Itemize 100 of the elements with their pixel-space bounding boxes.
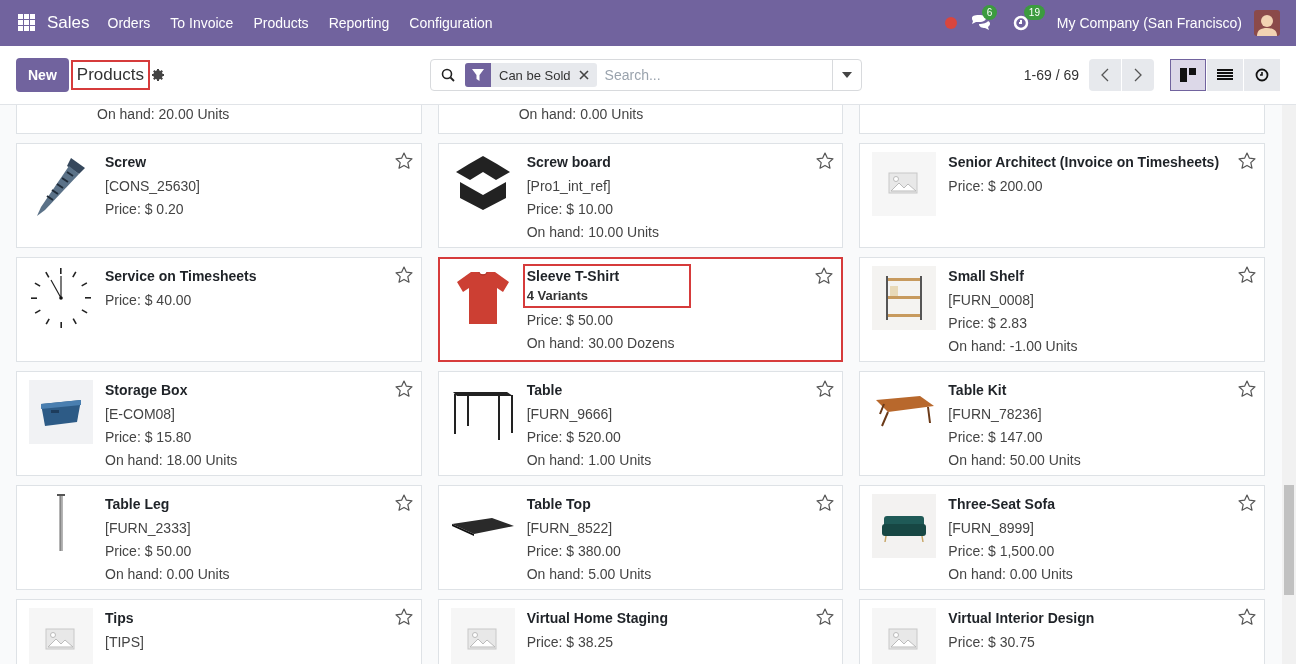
price-text: Price: $ 147.00 — [948, 428, 1044, 447]
price-text: Price: $ 40.00 — [105, 291, 193, 310]
product-card[interactable]: Screw board [Pro1_int_ref] Price: $ 10.00 On hand: 10.00 Units — [437, 143, 844, 248]
list-icon — [1217, 69, 1233, 81]
product-name: Small Shelf — [948, 267, 1024, 286]
on-hand-text: On hand: 1.00 Units — [526, 451, 652, 470]
status-dot-icon[interactable] — [944, 17, 957, 29]
on-hand-text: On hand: -1.00 Units — [948, 337, 1078, 356]
favorite-star-icon[interactable] — [394, 266, 413, 284]
product-reference: [TIPS] — [105, 633, 145, 652]
product-name: Senior Architect (Invoice on Timesheets) — [948, 153, 1220, 172]
scrollbar[interactable] — [1282, 105, 1296, 664]
user-avatar[interactable] — [1254, 10, 1280, 36]
product-name: Virtual Interior Design — [948, 609, 1095, 628]
product-card[interactable]: Table Leg [FURN_2333] Price: $ 50.00 On hand: 0.00 Units — [16, 485, 422, 590]
caret-icon — [842, 72, 852, 78]
settings-icon[interactable] — [151, 69, 164, 81]
product-card[interactable]: Virtual Home Staging Price: $ 38.25 — [437, 599, 844, 664]
favorite-star-icon[interactable] — [1238, 608, 1256, 626]
product-card[interactable]: Sleeve T-Shirt 4 Variants Price: $ 50.00 On hand: 30.00 Dozens — [437, 257, 844, 362]
count-badge: 6 — [981, 5, 998, 20]
pager-value[interactable]: 1-69 / 69 — [1023, 67, 1079, 83]
on-hand-text: On hand: 20.00 Units — [97, 105, 230, 124]
favorite-star-icon[interactable] — [394, 494, 413, 512]
menu-item[interactable]: Orders — [107, 15, 151, 31]
price-text: Price: $ 520.00 — [526, 428, 622, 447]
favorite-star-icon[interactable] — [1238, 494, 1256, 512]
on-hand-text: On hand: 0.00 Units — [518, 105, 644, 124]
product-card[interactable]: Screw [CONS_25630] Price: $ 0.20 — [16, 143, 422, 248]
favorite-star-icon[interactable] — [394, 152, 413, 170]
product-reference: [FURN_78236] — [948, 405, 1043, 424]
image-placeholder-icon — [888, 628, 921, 652]
product-card[interactable]: On hand: 20.00 Units — [16, 105, 422, 134]
menu-item[interactable]: Reporting — [328, 15, 390, 31]
product-name: Storage Box — [105, 381, 188, 400]
search-bar[interactable]: Can be Sold Search... — [430, 59, 862, 91]
favorite-star-icon[interactable] — [394, 608, 413, 626]
favorite-star-icon[interactable] — [1238, 266, 1256, 284]
company-switcher[interactable]: My Company (San Francisco) — [1056, 15, 1242, 31]
clock-icon — [1255, 68, 1269, 82]
product-card[interactable]: Three-Seat Sofa [FURN_8999] Price: $ 1,500.00 On hand: 0.00 Units — [859, 485, 1265, 590]
product-card[interactable]: Small Shelf [FURN_0008] Price: $ 2.83 On hand: -1.00 Units — [859, 257, 1265, 362]
variants-count: 4 Variants — [526, 287, 590, 305]
clock-icon[interactable] — [1012, 15, 1029, 31]
price-text: Price: $ 10.00 — [526, 200, 615, 219]
chevron-right-icon — [1134, 68, 1142, 82]
on-hand-text: On hand: 18.00 Units — [105, 451, 238, 470]
product-card[interactable]: Table Top [FURN_8522] Price: $ 380.00 On hand: 5.00 Units — [437, 485, 844, 590]
favorite-star-icon[interactable] — [1238, 380, 1256, 398]
search-icon[interactable] — [441, 68, 455, 82]
product-card[interactable]: On hand: 0.00 Units — [437, 105, 844, 134]
product-card[interactable]: Senior Architect (Invoice on Timesheets) Price: $ 200.00 — [859, 143, 1265, 248]
product-name: Sleeve T-Shirt — [526, 267, 620, 286]
product-name: Table Leg — [105, 495, 170, 514]
price-text: Price: $ 1,500.00 — [948, 542, 1056, 561]
price-text: Price: $ 200.00 — [948, 177, 1044, 196]
product-reference: [E-COM08] — [105, 405, 176, 424]
menu-item[interactable]: Products — [253, 15, 309, 31]
product-name: Screw — [105, 153, 147, 172]
scrollbar-thumb[interactable] — [1284, 485, 1294, 595]
price-text: Price: $ 30.75 — [948, 633, 1036, 652]
product-reference: [FURN_9666] — [526, 405, 614, 424]
close-icon[interactable] — [578, 70, 589, 80]
product-name: Table Top — [526, 495, 591, 514]
favorite-star-icon[interactable] — [815, 267, 834, 285]
product-reference: [FURN_8999] — [948, 519, 1035, 538]
product-card[interactable]: Storage Box [E-COM08] Price: $ 15.80 On hand: 18.00 Units — [16, 371, 422, 476]
product-card[interactable]: Table [FURN_9666] Price: $ 520.00 On hand: 1.00 Units — [437, 371, 844, 476]
favorite-star-icon[interactable] — [816, 152, 835, 170]
product-name: Service on Timesheets — [105, 267, 257, 286]
breadcrumb[interactable]: Products — [70, 60, 150, 90]
app-title[interactable]: Sales — [47, 13, 90, 33]
chat-icon[interactable] — [970, 15, 991, 31]
product-card[interactable]: Virtual Interior Design Price: $ 30.75 — [859, 599, 1265, 664]
favorite-star-icon[interactable] — [816, 494, 835, 512]
on-hand-text: On hand: 50.00 Units — [948, 451, 1081, 470]
image-placeholder-icon — [466, 628, 499, 652]
count-badge: 19 — [1023, 5, 1045, 20]
favorite-star-icon[interactable] — [394, 380, 413, 398]
favorite-star-icon[interactable] — [816, 608, 835, 626]
on-hand-text: On hand: 0.00 Units — [948, 565, 1074, 584]
product-name: Virtual Home Staging — [526, 609, 668, 628]
image-placeholder-icon — [888, 172, 921, 196]
favorite-star-icon[interactable] — [1238, 152, 1256, 170]
new-button[interactable]: New — [16, 58, 69, 92]
on-hand-text: On hand: 0.00 Units — [105, 565, 230, 584]
product-reference: [FURN_0008] — [948, 291, 1035, 310]
favorite-star-icon[interactable] — [816, 380, 835, 398]
facet-label: Can be Sold — [499, 67, 571, 83]
view-button[interactable] — [1170, 59, 1206, 91]
product-name: Table — [526, 381, 563, 400]
product-card[interactable]: Table Kit [FURN_78236] Price: $ 147.00 On hand: 50.00 Units — [859, 371, 1265, 476]
menu-item[interactable]: To Invoice — [170, 15, 234, 31]
clock-icon — [29, 266, 93, 330]
apps-menu-icon[interactable] — [18, 14, 36, 32]
product-card[interactable]: Tips [TIPS] — [16, 599, 422, 664]
product-card[interactable]: Service on Timesheets Price: $ 40.00 — [16, 257, 422, 362]
price-text: Price: $ 0.20 — [105, 200, 185, 219]
image-placeholder-icon — [45, 628, 77, 652]
menu-item[interactable]: Configuration — [409, 15, 493, 31]
